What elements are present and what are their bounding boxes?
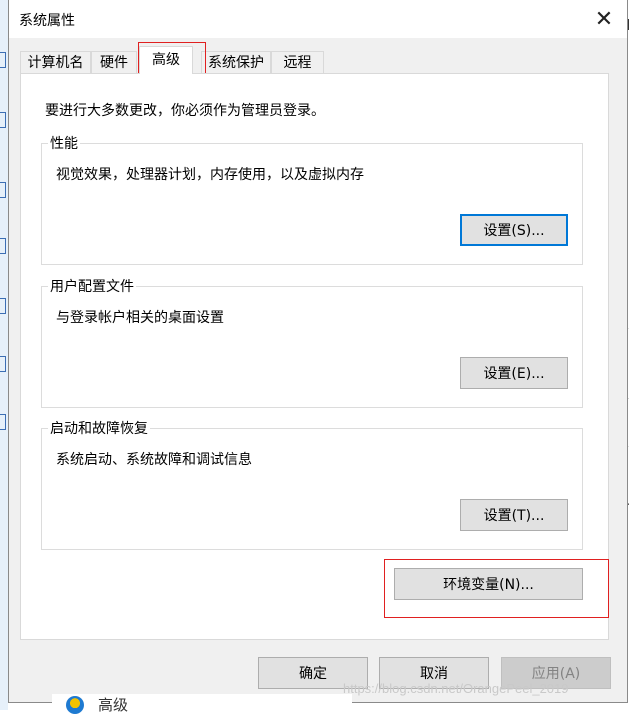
startup-recovery-group: 启动和故障恢复 系统启动、系统故障和调试信息 设置(T)... [41,418,583,550]
user-profiles-settings-button[interactable]: 设置(E)... [460,357,568,389]
background-icon [0,356,6,372]
performance-group: 性能 视觉效果，处理器计划，内存使用，以及虚拟内存 设置(S)... [41,133,583,265]
group-description: 系统启动、系统故障和调试信息 [56,452,252,468]
background-text: 高级 [98,696,129,714]
tab-advanced[interactable]: 高级 [139,46,193,74]
tab-hardware[interactable]: 硬件 [91,51,137,73]
startup-recovery-settings-button[interactable]: 设置(T)... [460,499,568,531]
advanced-tab-panel: 要进行大多数更改，你必须作为管理员登录。 性能 视觉效果，处理器计划，内存使用，… [20,73,609,640]
background-taskbar-item: 高级 [52,694,352,714]
performance-settings-button[interactable]: 设置(S)... [460,214,568,246]
user-profiles-group: 用户配置文件 与登录帐户相关的桌面设置 设置(E)... [41,276,583,408]
tab-remote[interactable]: 远程 [271,51,324,73]
group-title: 用户配置文件 [48,276,136,296]
admin-notice: 要进行大多数更改，你必须作为管理员登录。 [45,103,325,119]
background-icon [0,182,6,198]
background-app-strip [0,0,8,710]
system-properties-dialog: 系统属性 ✕ 计算机名 硬件 高级 系统保护 远程 要进行大多数更改，你必须作为… [8,0,628,703]
app-icon [66,696,84,714]
tab-computer-name[interactable]: 计算机名 [20,51,91,73]
group-title: 性能 [48,133,80,153]
group-description: 视觉效果，处理器计划，内存使用，以及虚拟内存 [56,167,364,183]
highlight-box-environment-variables [384,559,609,618]
tab-bar: 计算机名 硬件 高级 系统保护 远程 [9,38,627,74]
group-title: 启动和故障恢复 [48,418,150,438]
title-bar[interactable]: 系统属性 ✕ [9,0,627,38]
background-icon [0,298,6,314]
background-icon [0,414,6,430]
background-icon [0,112,6,128]
background-icon [0,52,6,68]
tab-system-protection[interactable]: 系统保护 [201,51,271,73]
close-icon: ✕ [594,6,614,32]
group-description: 与登录帐户相关的桌面设置 [56,310,224,326]
watermark: https://blog.csdn.net/OrangePeel_2019 [343,681,569,696]
dialog-title: 系统属性 [19,13,75,29]
close-button[interactable]: ✕ [581,0,627,38]
background-icon [0,238,6,254]
